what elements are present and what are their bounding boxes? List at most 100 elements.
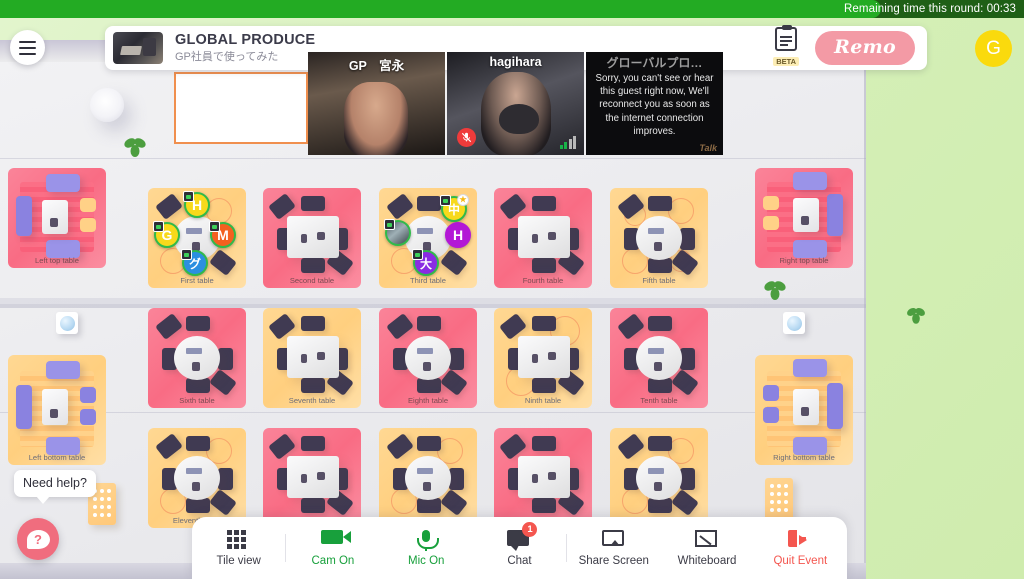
table-label: Left bottom table [28, 453, 86, 462]
keypad-decor [765, 478, 793, 520]
bottom-toolbar: Tile view Cam On Mic On 1 Chat Share Scr… [192, 517, 847, 579]
seat-avatar[interactable]: G [153, 221, 180, 248]
participant-name: hagihara [489, 55, 542, 69]
remo-virtual-event-app: Left top table H G M グ First table Secon… [0, 0, 1024, 579]
toolbar-chat[interactable]: 1 Chat [473, 517, 566, 579]
host-star-icon: ★ [457, 194, 469, 206]
whiteboard-icon [695, 529, 719, 550]
round-timer-bar: Remaining time this round: 00:33 [0, 0, 1024, 18]
event-subtitle: GP社員で使ってみた [175, 51, 279, 64]
need-help-tooltip: Need help? [14, 470, 96, 504]
camera-badge-icon [384, 219, 395, 230]
question-mark-chat-icon: ? [26, 529, 50, 549]
table-fifth[interactable]: Fifth table [610, 188, 708, 288]
toolbar-whiteboard[interactable]: Whiteboard [660, 517, 753, 579]
table-tenth[interactable]: Tenth table [610, 308, 708, 408]
grid-icon [226, 529, 251, 550]
remo-logo[interactable]: Remo [815, 31, 915, 65]
user-avatar[interactable]: G [975, 30, 1012, 67]
toolbar-quit-event[interactable]: Quit Event [754, 517, 847, 579]
table-twelfth[interactable] [263, 428, 361, 528]
table-label: Sixth table [179, 396, 215, 405]
seat-avatar[interactable]: グ [181, 249, 208, 276]
toolbar-label: Whiteboard [677, 554, 737, 567]
table-fifteenth[interactable] [610, 428, 708, 528]
seat-avatar[interactable]: 大 [412, 249, 439, 276]
beta-tag: BETA [773, 57, 800, 66]
participant-name: GP 宮永 [348, 59, 405, 73]
face-mask [499, 104, 539, 134]
camera-badge-icon [209, 221, 220, 232]
toolbar-share-screen[interactable]: Share Screen [567, 517, 660, 579]
beta-notes-button[interactable]: BETA [771, 25, 801, 69]
connection-error-message: Sorry, you can't see or hear this guest … [595, 73, 714, 137]
toolbar-tile-view[interactable]: Tile view [192, 517, 285, 579]
table-eighth[interactable]: Eighth table [379, 308, 477, 408]
seat-avatar[interactable]: H [183, 191, 210, 218]
table-label: Tenth table [640, 396, 678, 405]
table-label: First table [180, 276, 214, 285]
table-label: Eighth table [407, 396, 449, 405]
clover-decor [124, 138, 146, 157]
table-label: Second table [289, 276, 335, 285]
table-second[interactable]: Second table [263, 188, 361, 288]
toolbar-cam[interactable]: Cam On [286, 517, 379, 579]
seat-avatar[interactable]: M [209, 221, 236, 248]
table-label: Third table [410, 276, 446, 285]
table-label: Left top table [35, 256, 79, 265]
table-eleventh[interactable]: Eleventh table [148, 428, 246, 528]
seat-avatar[interactable]: H [445, 222, 471, 248]
table-right-bottom[interactable]: Right bottom table [755, 355, 853, 465]
video-tile[interactable]: hagihara [447, 52, 584, 155]
table-fourth[interactable]: Fourth table [494, 188, 592, 288]
table-ninth[interactable]: Ninth table [494, 308, 592, 408]
help-button[interactable]: ? [17, 518, 59, 560]
toolbar-label: Quit Event [773, 554, 828, 567]
table-left-bottom[interactable]: Left bottom table [8, 355, 106, 465]
event-meta: GLOBAL PRODUCE GP社員で使ってみた [175, 32, 315, 63]
table-third[interactable]: ★ 中 H 大 Third table [379, 188, 477, 288]
hamburger-menu-button[interactable] [10, 30, 45, 65]
camera-badge-icon [153, 221, 164, 232]
toolbar-label: Mic On [407, 554, 445, 567]
event-thumbnail [113, 32, 163, 64]
ceiling-lamp-decor [90, 88, 124, 122]
clover-decor [907, 307, 925, 324]
seat-avatar[interactable] [384, 219, 411, 246]
mirror-decor [56, 312, 78, 334]
clover-decor [764, 281, 786, 300]
network-signal-icon [559, 136, 576, 149]
table-first[interactable]: H G M グ First table [148, 188, 246, 288]
video-tile-strip: GP 宮永 hagihara グローバルプロ… Sorry, you can't… [308, 52, 723, 155]
camera-badge-icon [412, 249, 423, 260]
table-label: Ninth table [524, 396, 562, 405]
hamburger-line [19, 46, 36, 49]
timer-progress-fill [0, 0, 881, 18]
video-tile[interactable]: グローバルプロ… Sorry, you can't see or hear th… [586, 52, 723, 155]
table-thirteenth[interactable] [379, 428, 477, 528]
camera-badge-icon [181, 249, 192, 260]
highlighted-presentation-board[interactable] [174, 72, 308, 144]
clipboard-icon [775, 25, 798, 51]
video-tile[interactable]: GP 宮永 [308, 52, 445, 155]
microphone-icon [414, 529, 440, 551]
screen-share-icon [601, 529, 626, 550]
toolbar-label: Share Screen [578, 554, 649, 567]
toolbar-label: Chat [507, 554, 532, 567]
event-title: GLOBAL PRODUCE [175, 32, 316, 49]
camera-icon [320, 529, 351, 550]
seat-avatar[interactable]: ★ 中 [440, 194, 469, 222]
toolbar-mic[interactable]: Mic On [380, 517, 473, 579]
table-left-top[interactable]: Left top table [8, 168, 106, 268]
header-actions: BETA Remo [771, 25, 919, 69]
table-right-top[interactable]: Right top table [755, 168, 853, 268]
timer-label: Remaining time this round: 00:33 [844, 3, 1016, 15]
hamburger-line [19, 40, 36, 43]
table-label: Fifth table [642, 276, 676, 285]
table-seventh[interactable]: Seventh table [263, 308, 361, 408]
toolbar-label: Tile view [216, 554, 261, 567]
table-label: Right bottom table [773, 453, 835, 462]
table-fourteenth[interactable] [494, 428, 592, 528]
mic-muted-icon [457, 128, 476, 147]
table-sixth[interactable]: Sixth table [148, 308, 246, 408]
